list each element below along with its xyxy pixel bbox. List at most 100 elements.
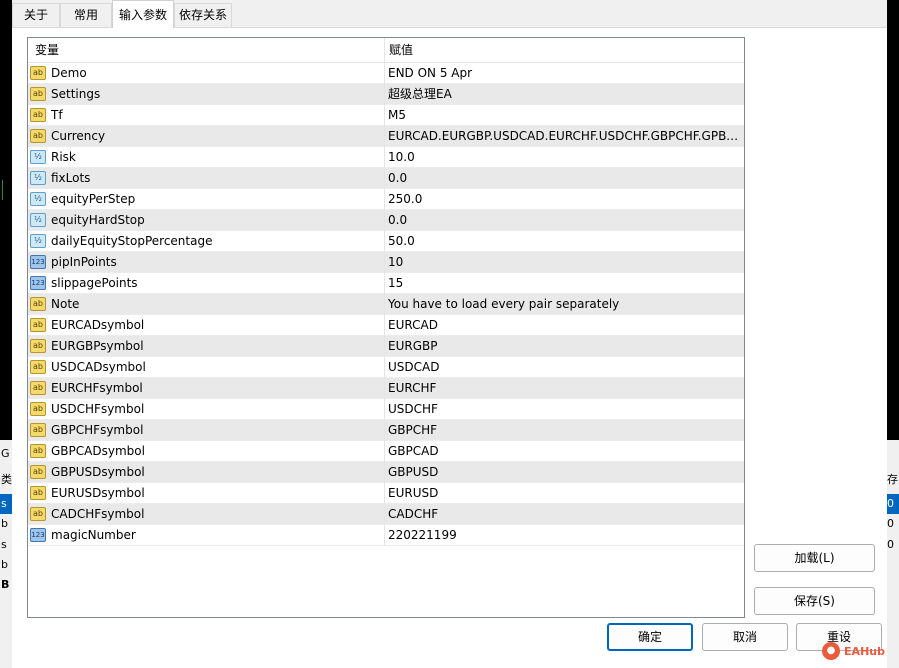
value-cell[interactable]: EURCAD.EURGBP.USDCAD.EURCHF.USDCHF.GBPCH…	[385, 126, 744, 147]
tab-about[interactable]: 关于	[12, 3, 60, 27]
parameters-table: 变量 赋值 ab Demo END ON 5 Apr ab Settings 超级总理EA…	[27, 37, 745, 618]
table-row[interactable]: ½ equityHardStop 0.0	[28, 209, 744, 231]
column-header-variable[interactable]: 变量	[28, 38, 385, 62]
background-label: G	[1, 447, 10, 460]
variable-name: Note	[51, 297, 80, 311]
string-type-icon: ab	[30, 465, 46, 479]
table-row[interactable]: ½ dailyEquityStopPercentage 50.0	[28, 230, 744, 252]
string-type-icon: ab	[30, 108, 46, 122]
table-row[interactable]: 123 pipInPoints 10	[28, 251, 744, 273]
tab-bar: 关于 常用 输入参数 依存关系	[12, 0, 887, 28]
variable-name: EURUSDsymbol	[51, 486, 145, 500]
variable-cell: 123 magicNumber	[28, 524, 385, 546]
variable-cell: 123 pipInPoints	[28, 251, 385, 273]
table-row[interactable]: ab Tf M5	[28, 104, 744, 126]
table-row[interactable]: ab GBPUSDsymbol GBPUSD	[28, 461, 744, 483]
value-cell[interactable]: 0.0	[385, 210, 744, 231]
variable-cell: ab Tf	[28, 104, 385, 126]
value-cell[interactable]: END ON 5 Apr	[385, 63, 744, 84]
value-cell[interactable]: 0.0	[385, 168, 744, 189]
integer-type-icon: 123	[30, 528, 46, 542]
value-cell[interactable]: GBPUSD	[385, 462, 744, 483]
value-cell[interactable]: 250.0	[385, 189, 744, 210]
variable-name: EURCHFsymbol	[51, 381, 143, 395]
string-type-icon: ab	[30, 381, 46, 395]
variable-cell: ab Settings	[28, 83, 385, 105]
variable-cell: ab USDCHFsymbol	[28, 398, 385, 420]
value-cell[interactable]: M5	[385, 105, 744, 126]
background-chart-bars	[2, 180, 8, 200]
value-cell[interactable]: EURCAD	[385, 315, 744, 336]
variable-cell: ab EURCHFsymbol	[28, 377, 385, 399]
load-button[interactable]: 加载(L)	[754, 544, 875, 572]
value-cell[interactable]: 超级总理EA	[385, 84, 744, 105]
table-row[interactable]: ab USDCHFsymbol USDCHF	[28, 398, 744, 420]
value-cell[interactable]: USDCHF	[385, 399, 744, 420]
string-type-icon: ab	[30, 318, 46, 332]
background-app-right: 存 0 0 0	[887, 0, 899, 668]
table-row[interactable]: ab USDCADsymbol USDCAD	[28, 356, 744, 378]
value-cell[interactable]: EURUSD	[385, 483, 744, 504]
table-row[interactable]: ab Note You have to load every pair separa…	[28, 293, 744, 315]
value-cell[interactable]: 10.0	[385, 147, 744, 168]
variable-name: GBPCHFsymbol	[51, 423, 144, 437]
background-label: b	[1, 517, 8, 530]
string-type-icon: ab	[30, 87, 46, 101]
value-cell[interactable]: 15	[385, 273, 744, 294]
string-type-icon: ab	[30, 402, 46, 416]
background-label: s	[1, 538, 7, 551]
cancel-button[interactable]: 取消	[702, 623, 788, 651]
column-header-value[interactable]: 赋值	[385, 38, 744, 62]
table-row[interactable]: ab CADCHFsymbol CADCHF	[28, 503, 744, 525]
tab-dependencies[interactable]: 依存关系	[174, 3, 232, 27]
table-row[interactable]: ½ equityPerStep 250.0	[28, 188, 744, 210]
variable-cell: ab EURGBPsymbol	[28, 335, 385, 357]
tab-common[interactable]: 常用	[60, 3, 112, 27]
value-cell[interactable]: GBPCHF	[385, 420, 744, 441]
table-row[interactable]: ab Demo END ON 5 Apr	[28, 62, 744, 84]
table-row[interactable]: ab EURCADsymbol EURCAD	[28, 314, 744, 336]
background-label: 0	[887, 494, 899, 514]
variable-name: pipInPoints	[51, 255, 117, 269]
background-chart-left	[0, 0, 12, 440]
table-row[interactable]: ab Settings 超级总理EA	[28, 83, 744, 105]
string-type-icon: ab	[30, 339, 46, 353]
value-cell[interactable]: EURCHF	[385, 378, 744, 399]
table-row[interactable]: ab EURUSDsymbol EURUSD	[28, 482, 744, 504]
table-row[interactable]: 123 magicNumber 220221199	[28, 524, 744, 546]
watermark-text: EAHub	[844, 644, 885, 658]
value-cell[interactable]: EURGBP	[385, 336, 744, 357]
table-row[interactable]: ab EURGBPsymbol EURGBP	[28, 335, 744, 357]
variable-cell: ab Note	[28, 293, 385, 315]
tab-inputs[interactable]: 输入参数	[112, 0, 174, 28]
variable-name: equityHardStop	[51, 213, 145, 227]
variable-cell: ½ equityHardStop	[28, 209, 385, 231]
value-cell[interactable]: 220221199	[385, 525, 744, 546]
table-row[interactable]: 123 slippagePoints 15	[28, 272, 744, 294]
value-cell[interactable]: GBPCAD	[385, 441, 744, 462]
variable-cell: ab Currency	[28, 125, 385, 147]
background-label: B	[1, 578, 10, 591]
variable-cell: ½ Risk	[28, 146, 385, 168]
background-label: s	[0, 494, 12, 514]
value-cell[interactable]: CADCHF	[385, 504, 744, 525]
value-cell[interactable]: You have to load every pair separately	[385, 294, 744, 315]
table-row[interactable]: ab GBPCHFsymbol GBPCHF	[28, 419, 744, 441]
table-row[interactable]: ab Currency EURCAD.EURGBP.USDCAD.EURCHF.US…	[28, 125, 744, 147]
variable-name: slippagePoints	[51, 276, 138, 290]
string-type-icon: ab	[30, 444, 46, 458]
table-row[interactable]: ab EURCHFsymbol EURCHF	[28, 377, 744, 399]
value-cell[interactable]: 50.0	[385, 231, 744, 252]
double-type-icon: ½	[30, 192, 46, 206]
value-cell[interactable]: USDCAD	[385, 357, 744, 378]
variable-cell: ½ fixLots	[28, 167, 385, 189]
table-row[interactable]: ½ fixLots 0.0	[28, 167, 744, 189]
table-row[interactable]: ½ Risk 10.0	[28, 146, 744, 168]
ok-button[interactable]: 确定	[607, 623, 693, 651]
double-type-icon: ½	[30, 234, 46, 248]
table-row[interactable]: ab GBPCADsymbol GBPCAD	[28, 440, 744, 462]
value-cell[interactable]: 10	[385, 252, 744, 273]
table-body: ab Demo END ON 5 Apr ab Settings 超级总理EA ab Tf M5…	[28, 62, 744, 546]
inputs-panel: 变量 赋值 ab Demo END ON 5 Apr ab Settings 超级总理EA…	[12, 27, 887, 668]
save-button[interactable]: 保存(S)	[754, 587, 875, 615]
